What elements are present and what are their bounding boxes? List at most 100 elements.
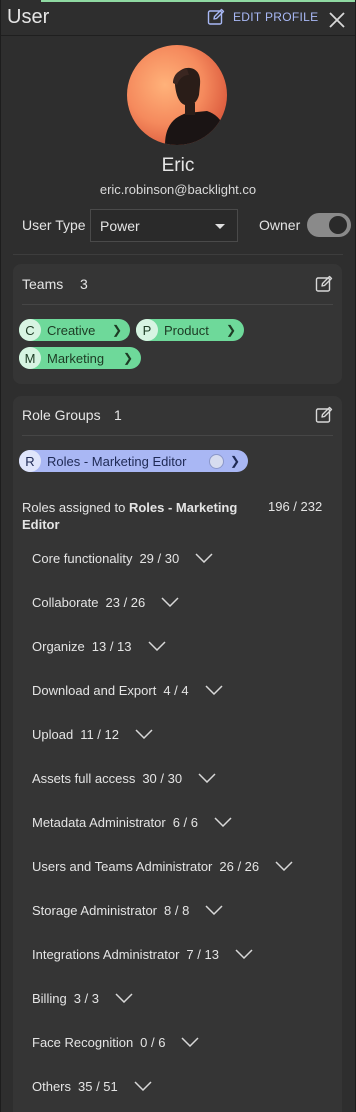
header-divider (1, 35, 355, 36)
user-type-select[interactable]: Power (90, 209, 238, 242)
role-name: Upload (32, 726, 74, 742)
chevron-down-icon[interactable] (181, 1037, 199, 1047)
edit-role-groups-icon[interactable] (315, 406, 333, 424)
role-count: 23 / 26 (105, 594, 146, 610)
role-groups-title: Role Groups (22, 407, 101, 423)
team-chip-letter: M (19, 347, 41, 369)
role-count: 6 / 6 (172, 814, 198, 830)
team-chip-creative[interactable]: C Creative ❯ (19, 319, 130, 341)
role-count: 29 / 30 (139, 550, 180, 566)
panel-title: User (7, 6, 50, 28)
chevron-right-icon: ❯ (122, 351, 133, 365)
chevron-down-icon[interactable] (195, 553, 213, 563)
role-row[interactable]: Integrations Administrator 7 / 13 (32, 944, 253, 964)
role-row[interactable]: Collaborate 23 / 26 (32, 592, 179, 612)
team-chip-label: Creative (47, 322, 96, 338)
chevron-down-icon[interactable] (115, 993, 133, 1003)
role-row[interactable]: Others 35 / 51 (32, 1076, 152, 1096)
role-row[interactable]: Core functionality 29 / 30 (32, 548, 213, 568)
role-groups-divider (22, 435, 333, 436)
role-count: 13 / 13 (91, 638, 132, 654)
teams-divider (22, 304, 333, 305)
edit-teams-icon[interactable] (315, 275, 333, 293)
role-name: Core functionality (32, 550, 133, 566)
section-divider (13, 254, 343, 255)
role-row[interactable]: Download and Export 4 / 4 (32, 680, 223, 700)
avatar (127, 45, 227, 145)
panel-header: User EDIT PROFILE (1, 2, 355, 34)
role-row[interactable]: Metadata Administrator 6 / 6 (32, 812, 232, 832)
chevron-right-icon: ❯ (229, 454, 240, 468)
role-count: 30 / 30 (142, 770, 183, 786)
chevron-down-icon[interactable] (147, 641, 166, 651)
avatar-person-silhouette (165, 67, 227, 145)
role-name: Assets full access (32, 770, 136, 786)
chevron-down-icon[interactable] (134, 1081, 152, 1091)
chevron-down-icon[interactable] (205, 685, 223, 695)
role-row[interactable]: Face Recognition 0 / 6 (32, 1032, 199, 1052)
role-row[interactable]: Assets full access 30 / 30 (32, 768, 216, 788)
owner-toggle[interactable] (307, 213, 351, 237)
roles-assigned-total: 196 / 232 (268, 499, 323, 514)
role-count: 11 / 12 (80, 726, 119, 742)
teams-card: Teams 3 C Creative ❯ P Product ❯ M Marke… (13, 264, 342, 384)
role-row[interactable]: Upload 11 / 12 (32, 724, 153, 744)
role-name: Billing (32, 990, 67, 1006)
role-group-chip-letter: R (19, 450, 41, 472)
role-group-chip-label: Roles - Marketing Editor (47, 453, 187, 469)
caret-down-icon (215, 224, 225, 229)
role-name: Integrations Administrator (32, 946, 180, 962)
chevron-down-icon[interactable] (135, 729, 153, 739)
team-chip-letter: C (19, 319, 41, 341)
edit-icon (207, 8, 225, 25)
team-chip-label: Marketing (47, 350, 105, 366)
role-name: Storage Administrator (32, 902, 158, 918)
role-row[interactable]: Users and Teams Administrator 26 / 26 (32, 856, 293, 876)
team-chip-label: Product (164, 322, 209, 338)
role-name: Organize (32, 638, 85, 654)
user-type-label: User Type (22, 217, 86, 233)
role-count: 8 / 8 (164, 902, 190, 918)
role-name: Others (32, 1078, 72, 1094)
chevron-down-icon[interactable] (161, 597, 179, 607)
edit-profile-button[interactable]: EDIT PROFILE (207, 8, 318, 26)
chevron-right-icon: ❯ (111, 323, 122, 337)
role-name: Metadata Administrator (32, 814, 166, 830)
role-row[interactable]: Billing 3 / 3 (32, 988, 133, 1008)
chevron-down-icon[interactable] (235, 949, 253, 959)
user-name: Eric (161, 155, 195, 176)
teams-title: Teams (22, 276, 64, 292)
role-name: Face Recognition (32, 1034, 134, 1050)
role-groups-count: 1 (114, 407, 122, 423)
role-group-chip[interactable]: R Roles - Marketing Editor ❯ (19, 450, 248, 472)
team-chip-product[interactable]: P Product ❯ (136, 319, 244, 341)
chevron-right-icon: ❯ (225, 323, 236, 337)
role-count: 4 / 4 (163, 682, 189, 698)
team-chip-marketing[interactable]: M Marketing ❯ (19, 347, 141, 369)
roles-assigned-prefix: Roles assigned to (22, 500, 129, 515)
role-count: 7 / 13 (186, 946, 219, 962)
user-email: eric.robinson@backlight.co (99, 182, 257, 197)
toggle-knob (327, 214, 349, 236)
role-row[interactable]: Storage Administrator 8 / 8 (32, 900, 223, 920)
role-name: Download and Export (32, 682, 157, 698)
chevron-down-icon[interactable] (214, 817, 232, 827)
role-count: 0 / 6 (140, 1034, 166, 1050)
role-count: 26 / 26 (219, 858, 260, 874)
role-name: Users and Teams Administrator (32, 858, 213, 874)
user-panel: User EDIT PROFILE Eric eric.robinson@bac… (0, 0, 356, 1112)
team-chip-letter: P (136, 319, 158, 341)
role-count: 3 / 3 (73, 990, 99, 1006)
role-name: Collaborate (32, 594, 99, 610)
close-icon[interactable] (327, 10, 347, 30)
role-count: 35 / 51 (78, 1078, 118, 1094)
roles-assigned-heading: Roles assigned to Roles - Marketing Edit… (22, 499, 252, 533)
chevron-down-icon[interactable] (205, 905, 223, 915)
chevron-down-icon[interactable] (275, 861, 293, 871)
user-type-value: Power (100, 218, 140, 234)
role-row[interactable]: Organize 13 / 13 (32, 636, 166, 656)
owner-label: Owner (259, 217, 301, 233)
edit-profile-label: EDIT PROFILE (233, 10, 319, 24)
chevron-down-icon[interactable] (198, 773, 216, 783)
teams-count: 3 (80, 276, 88, 292)
